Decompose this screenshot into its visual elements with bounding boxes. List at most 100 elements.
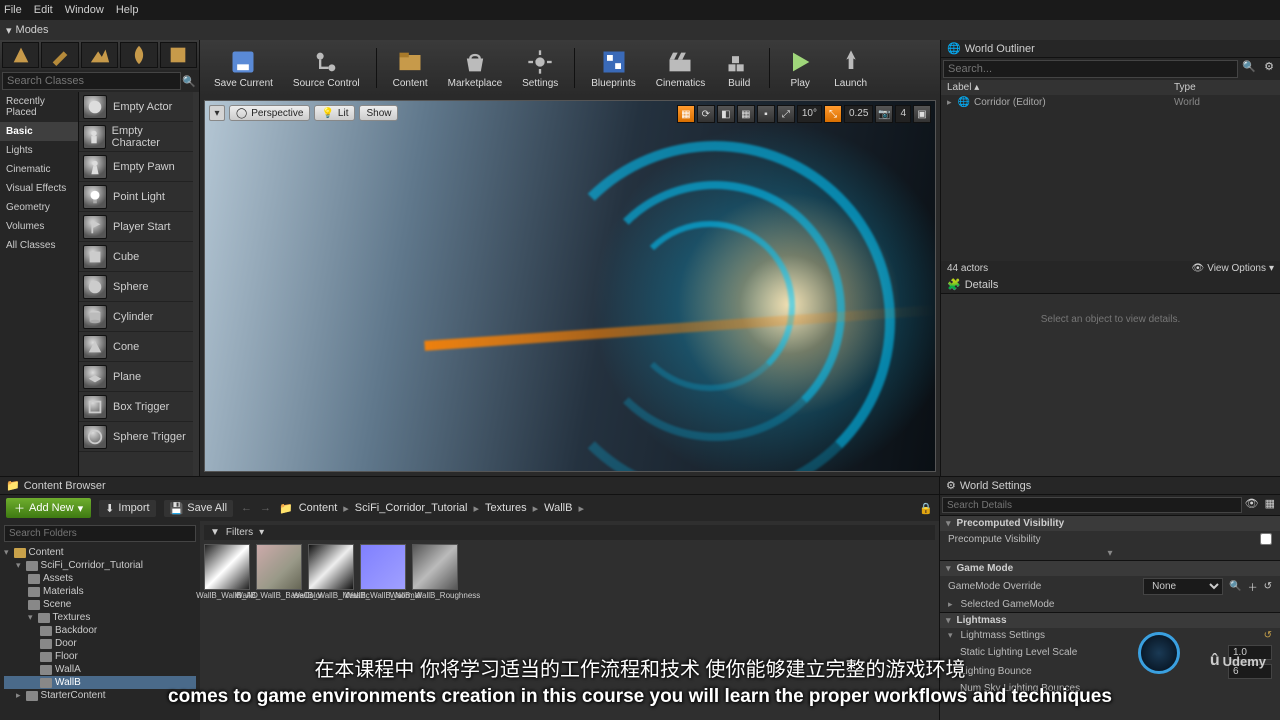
toolbar-source-control[interactable]: Source Control bbox=[287, 46, 366, 91]
item-plane[interactable]: Plane bbox=[79, 362, 193, 392]
surface-snap-icon[interactable]: ◧ bbox=[717, 105, 735, 123]
filters-bar[interactable]: ▼Filters ▾ bbox=[204, 525, 935, 540]
scrollbar[interactable] bbox=[193, 92, 199, 476]
snap-pos-icon[interactable]: ⤢ bbox=[777, 105, 795, 123]
outliner-search-input[interactable] bbox=[943, 60, 1238, 78]
item-player-start[interactable]: Player Start bbox=[79, 212, 193, 242]
bc-textures[interactable]: Textures bbox=[485, 502, 527, 514]
bc-project[interactable]: SciFi_Corridor_Tutorial bbox=[355, 502, 468, 514]
item-empty-pawn[interactable]: Empty Pawn bbox=[79, 152, 193, 182]
search-icon[interactable]: 🔍 bbox=[181, 75, 197, 88]
search-icon[interactable]: 🔍 bbox=[1238, 60, 1260, 78]
history-fwd-icon[interactable]: → bbox=[260, 502, 271, 514]
section-precomputed[interactable]: ▾Precomputed Visibility bbox=[940, 515, 1280, 531]
matrix-icon[interactable]: ▦ bbox=[1262, 497, 1278, 513]
precompute-visibility-checkbox[interactable] bbox=[1260, 533, 1272, 545]
toolbar-blueprints[interactable]: Blueprints bbox=[585, 46, 641, 91]
view-options-button[interactable]: 👁View Options ▾ bbox=[1192, 263, 1274, 274]
toolbar-launch[interactable]: Launch bbox=[828, 46, 873, 91]
reset-icon[interactable]: ↺ bbox=[1264, 581, 1272, 592]
prop-lightmass-settings[interactable]: ▾Lightmass Settings↺ bbox=[940, 628, 1280, 643]
viewport-lit-button[interactable]: 💡Lit bbox=[314, 105, 355, 121]
snap-angle-value[interactable]: 10° bbox=[797, 105, 822, 123]
expand-icon[interactable]: ▸ bbox=[947, 97, 952, 108]
details-tab[interactable]: 🧩Details bbox=[941, 276, 1280, 294]
cat-volumes[interactable]: Volumes bbox=[0, 217, 78, 236]
snap-rotate-icon[interactable]: ⟳ bbox=[697, 105, 715, 123]
tree-materials[interactable]: Materials bbox=[4, 585, 196, 598]
add-new-button[interactable]: ＋Add New ▾ bbox=[6, 498, 91, 518]
tree-backdoor[interactable]: Backdoor bbox=[4, 624, 196, 637]
toolbar-marketplace[interactable]: Marketplace bbox=[442, 46, 508, 91]
col-label[interactable]: Label ▴ bbox=[947, 82, 1174, 93]
viewport-show-button[interactable]: Show bbox=[359, 105, 398, 121]
maximize-icon[interactable]: ▣ bbox=[913, 105, 931, 123]
bc-wallb[interactable]: WallB bbox=[544, 502, 572, 514]
bc-content[interactable]: Content bbox=[299, 502, 338, 514]
snap-grid2-icon[interactable]: ▦ bbox=[737, 105, 755, 123]
tree-door[interactable]: Door bbox=[4, 637, 196, 650]
toolbar-cinematics[interactable]: Cinematics bbox=[650, 46, 711, 91]
cat-all-classes[interactable]: All Classes bbox=[0, 236, 78, 255]
reset-icon[interactable]: ↺ bbox=[1264, 630, 1272, 641]
menu-file[interactable]: File bbox=[4, 4, 22, 16]
tree-assets[interactable]: Assets bbox=[4, 572, 196, 585]
item-box-trigger[interactable]: Box Trigger bbox=[79, 392, 193, 422]
cat-geometry[interactable]: Geometry bbox=[0, 198, 78, 217]
toolbar-play[interactable]: Play bbox=[780, 46, 820, 91]
eye-icon[interactable]: 👁 bbox=[1242, 497, 1262, 513]
filter-icon[interactable]: ⚙ bbox=[1260, 60, 1278, 78]
cat-lights[interactable]: Lights bbox=[0, 141, 78, 160]
gamemode-override-select[interactable]: None bbox=[1143, 578, 1223, 595]
mode-landscape-icon[interactable] bbox=[81, 42, 118, 68]
menu-help[interactable]: Help bbox=[116, 4, 139, 16]
world-settings-tab[interactable]: ⚙World Settings bbox=[940, 477, 1280, 495]
menu-window[interactable]: Window bbox=[65, 4, 104, 16]
cat-recently-placed[interactable]: Recently Placed bbox=[0, 92, 78, 122]
modes-tab[interactable]: ▾ Modes bbox=[0, 20, 1280, 40]
search-folders-input[interactable] bbox=[4, 525, 196, 542]
item-point-light[interactable]: Point Light bbox=[79, 182, 193, 212]
add-icon[interactable]: ＋ bbox=[1248, 579, 1258, 594]
item-cylinder[interactable]: Cylinder bbox=[79, 302, 193, 332]
lock-icon[interactable]: 🔒 bbox=[919, 502, 933, 515]
snap-grid-icon[interactable]: ▦ bbox=[677, 105, 695, 123]
content-browser-tab[interactable]: 📁Content Browser bbox=[0, 477, 939, 495]
import-button[interactable]: ⬇Import bbox=[99, 500, 155, 517]
outliner-row[interactable]: ▸ 🌐 Corridor (Editor) World bbox=[947, 97, 1274, 108]
world-outliner-tab[interactable]: 🌐World Outliner bbox=[941, 40, 1280, 58]
snap-scale-icon[interactable]: ⤡ bbox=[824, 105, 842, 123]
col-type[interactable]: Type bbox=[1174, 82, 1274, 93]
toolbar-content[interactable]: Content bbox=[387, 46, 434, 91]
toolbar-settings[interactable]: Settings bbox=[516, 46, 564, 91]
item-sphere-trigger[interactable]: Sphere Trigger bbox=[79, 422, 193, 452]
viewport-perspective-button[interactable]: ◯Perspective bbox=[229, 105, 310, 121]
snap-scale-value[interactable]: 0.25 bbox=[844, 105, 873, 123]
tree-content[interactable]: ▾Content bbox=[4, 546, 196, 559]
snap-dot-icon[interactable]: ▪ bbox=[757, 105, 775, 123]
expand-more-icon[interactable]: ▾ bbox=[940, 547, 1280, 560]
mode-geometry-icon[interactable] bbox=[160, 42, 197, 68]
history-back-icon[interactable]: ← bbox=[241, 502, 252, 514]
mode-place-icon[interactable] bbox=[2, 42, 39, 68]
tree-textures[interactable]: ▾Textures bbox=[4, 611, 196, 624]
mode-foliage-icon[interactable] bbox=[120, 42, 157, 68]
item-empty-character[interactable]: Empty Character bbox=[79, 122, 193, 152]
toolbar-build[interactable]: Build bbox=[719, 46, 759, 91]
tree-scifi[interactable]: ▾SciFi_Corridor_Tutorial bbox=[4, 559, 196, 572]
item-cube[interactable]: Cube bbox=[79, 242, 193, 272]
asset-roughness[interactable]: WallB_WallB_Roughness bbox=[412, 544, 458, 601]
menu-edit[interactable]: Edit bbox=[34, 4, 53, 16]
tree-scene[interactable]: Scene bbox=[4, 598, 196, 611]
mode-paint-icon[interactable] bbox=[41, 42, 78, 68]
cat-cinematic[interactable]: Cinematic bbox=[0, 160, 78, 179]
camera-speed-icon[interactable]: 📷 bbox=[875, 105, 893, 123]
viewport[interactable]: ▾ ◯Perspective 💡Lit Show ▦ ⟳ ◧ ▦ ▪ ⤢ 10°… bbox=[204, 100, 936, 472]
viewport-menu-icon[interactable]: ▾ bbox=[209, 105, 225, 121]
search-asset-icon[interactable]: 🔍 bbox=[1229, 581, 1241, 592]
search-classes-input[interactable] bbox=[2, 72, 181, 90]
item-cone[interactable]: Cone bbox=[79, 332, 193, 362]
section-lightmass[interactable]: ▾Lightmass bbox=[940, 612, 1280, 628]
cat-basic[interactable]: Basic bbox=[0, 122, 78, 141]
camera-speed-value[interactable]: 4 bbox=[895, 105, 911, 123]
